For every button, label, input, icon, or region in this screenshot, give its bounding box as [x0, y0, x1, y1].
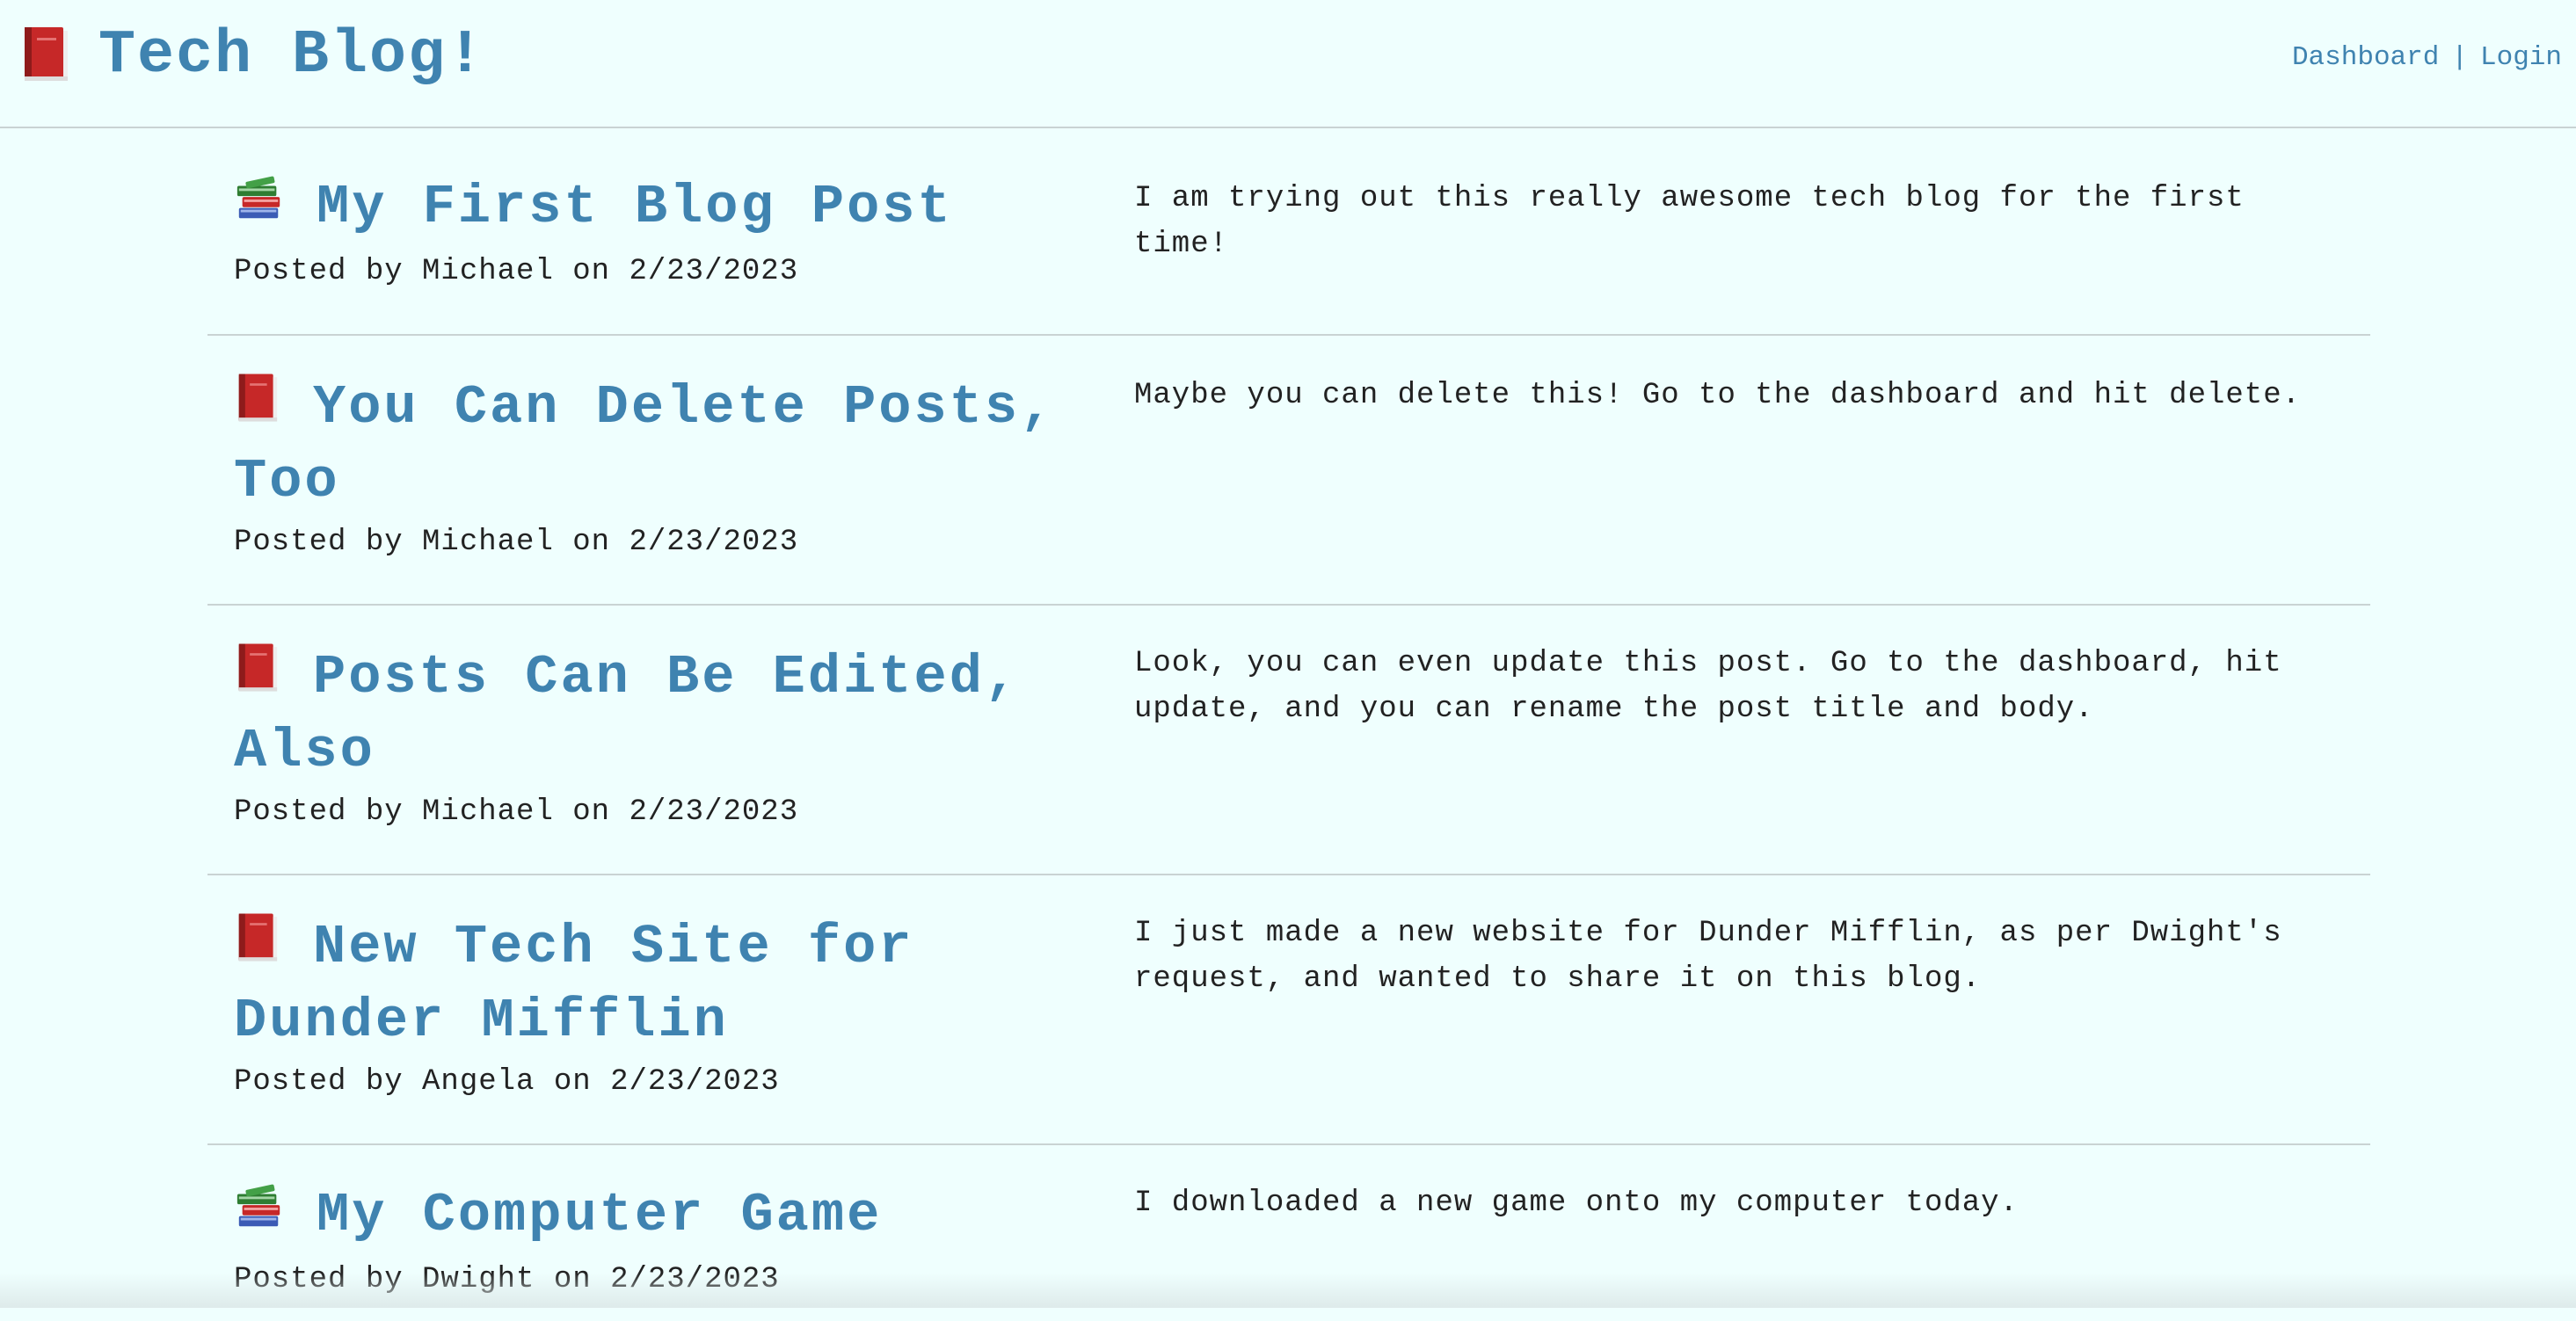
nav-separator: | — [2451, 42, 2468, 73]
post-byline: Posted by Angela on 2/23/2023 — [234, 1065, 780, 1099]
post-title[interactable]: New Tech Site for Dunder Mifflin — [234, 916, 914, 1052]
post-item: My Computer Game Posted by Dwight on 2/2… — [207, 1145, 2370, 1321]
post-body: I am trying out this really awesome tech… — [1134, 182, 2245, 261]
red-book-icon — [19, 24, 72, 90]
post-byline: Posted by Michael on 2/23/2023 — [234, 795, 799, 829]
red-book-icon — [234, 371, 281, 446]
post-header: My Computer Game Posted by Dwight on 2/2… — [234, 1180, 1095, 1296]
post-title[interactable]: You Can Delete Posts, Too — [234, 376, 1055, 512]
post-byline: Posted by Michael on 2/23/2023 — [234, 526, 799, 559]
post-title-link[interactable]: New Tech Site for Dunder Mifflin — [234, 911, 1095, 1056]
post-item: You Can Delete Posts, Too Posted by Mich… — [207, 336, 2370, 606]
site-title-text[interactable]: Tech Blog! — [98, 12, 485, 100]
post-body: Maybe you can delete this! Go to the das… — [1134, 379, 2302, 412]
site-header: Tech Blog! Dashboard | Login — [0, 0, 2576, 128]
post-title[interactable]: Posts Can Be Edited, Also — [234, 646, 1020, 782]
stacked-books-icon — [234, 1182, 285, 1254]
post-item: My First Blog Post Posted by Michael on … — [207, 128, 2370, 336]
nav-dashboard-link[interactable]: Dashboard — [2292, 42, 2439, 73]
nav-login-link[interactable]: Login — [2480, 42, 2562, 73]
post-header: My First Blog Post Posted by Michael on … — [234, 172, 1095, 288]
site-title[interactable]: Tech Blog! — [19, 12, 485, 100]
post-header: You Can Delete Posts, Too Posted by Mich… — [234, 371, 1095, 559]
post-title[interactable]: My First Blog Post — [317, 176, 953, 238]
post-body: I downloaded a new game onto my computer… — [1134, 1187, 2019, 1220]
post-byline: Posted by Michael on 2/23/2023 — [234, 255, 799, 288]
post-header: Posts Can Be Edited, Also Posted by Mich… — [234, 641, 1095, 829]
post-title-link[interactable]: My Computer Game — [234, 1180, 1095, 1254]
post-byline: Posted by Dwight on 2/23/2023 — [234, 1263, 780, 1296]
post-title-link[interactable]: Posts Can Be Edited, Also — [234, 641, 1095, 787]
post-title[interactable]: My Computer Game — [317, 1184, 882, 1246]
post-header: New Tech Site for Dunder Mifflin Posted … — [234, 911, 1095, 1099]
red-book-icon — [234, 911, 281, 986]
post-body: Look, you can even update this post. Go … — [1134, 647, 2282, 726]
stacked-books-icon — [234, 174, 285, 246]
post-title-link[interactable]: My First Blog Post — [234, 172, 1095, 246]
post-item: Posts Can Be Edited, Also Posted by Mich… — [207, 606, 2370, 875]
post-item: New Tech Site for Dunder Mifflin Posted … — [207, 875, 2370, 1145]
post-list: My First Blog Post Posted by Michael on … — [207, 128, 2370, 1321]
post-title-link[interactable]: You Can Delete Posts, Too — [234, 371, 1095, 517]
post-body: I just made a new website for Dunder Mif… — [1134, 917, 2282, 996]
top-nav: Dashboard | Login — [2292, 42, 2562, 73]
red-book-icon — [234, 641, 281, 716]
